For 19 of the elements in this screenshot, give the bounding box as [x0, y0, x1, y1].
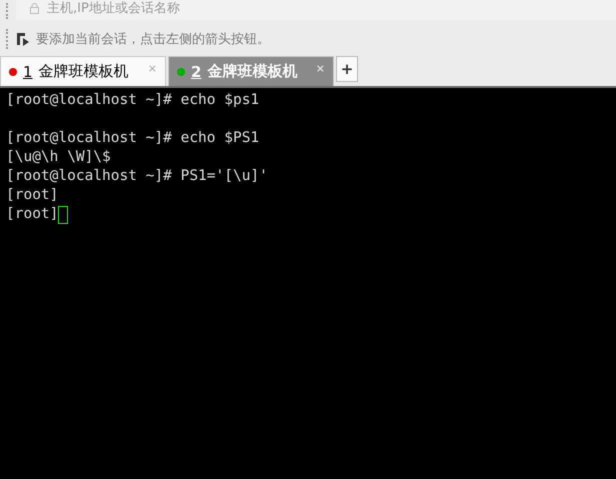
tab-label: 金牌班模板机: [38, 62, 129, 81]
terminal-line: [root]: [6, 186, 58, 205]
tab-number: 2: [191, 62, 202, 80]
terminal-line: [root@localhost ~]# echo $PS1: [6, 129, 260, 148]
close-icon[interactable]: ×: [148, 62, 157, 75]
hint-text: 要添加当前会话，点击左侧的箭头按钮。: [36, 31, 270, 48]
session-tab[interactable]: 1 金牌班模板机 ×: [0, 56, 166, 86]
lock-icon: [30, 2, 39, 14]
terminal-line: [\u@\h \W]\$: [6, 148, 111, 167]
tab-label: 金牌班模板机: [207, 62, 298, 81]
add-tab-button[interactable]: +: [336, 56, 358, 82]
terminal-line: [root]: [6, 205, 58, 224]
session-tab[interactable]: 2 金牌班模板机 ×: [168, 56, 334, 86]
close-icon[interactable]: ×: [316, 62, 325, 75]
terminal-line: [root@localhost ~]# PS1='[\u]': [6, 167, 268, 186]
add-session-arrow-icon[interactable]: [16, 32, 30, 46]
tab-number: 1: [23, 62, 33, 80]
address-field[interactable]: 主机,IP地址或会话名称: [47, 0, 180, 17]
terminal-line: [root@localhost ~]# echo $ps1: [6, 91, 260, 110]
